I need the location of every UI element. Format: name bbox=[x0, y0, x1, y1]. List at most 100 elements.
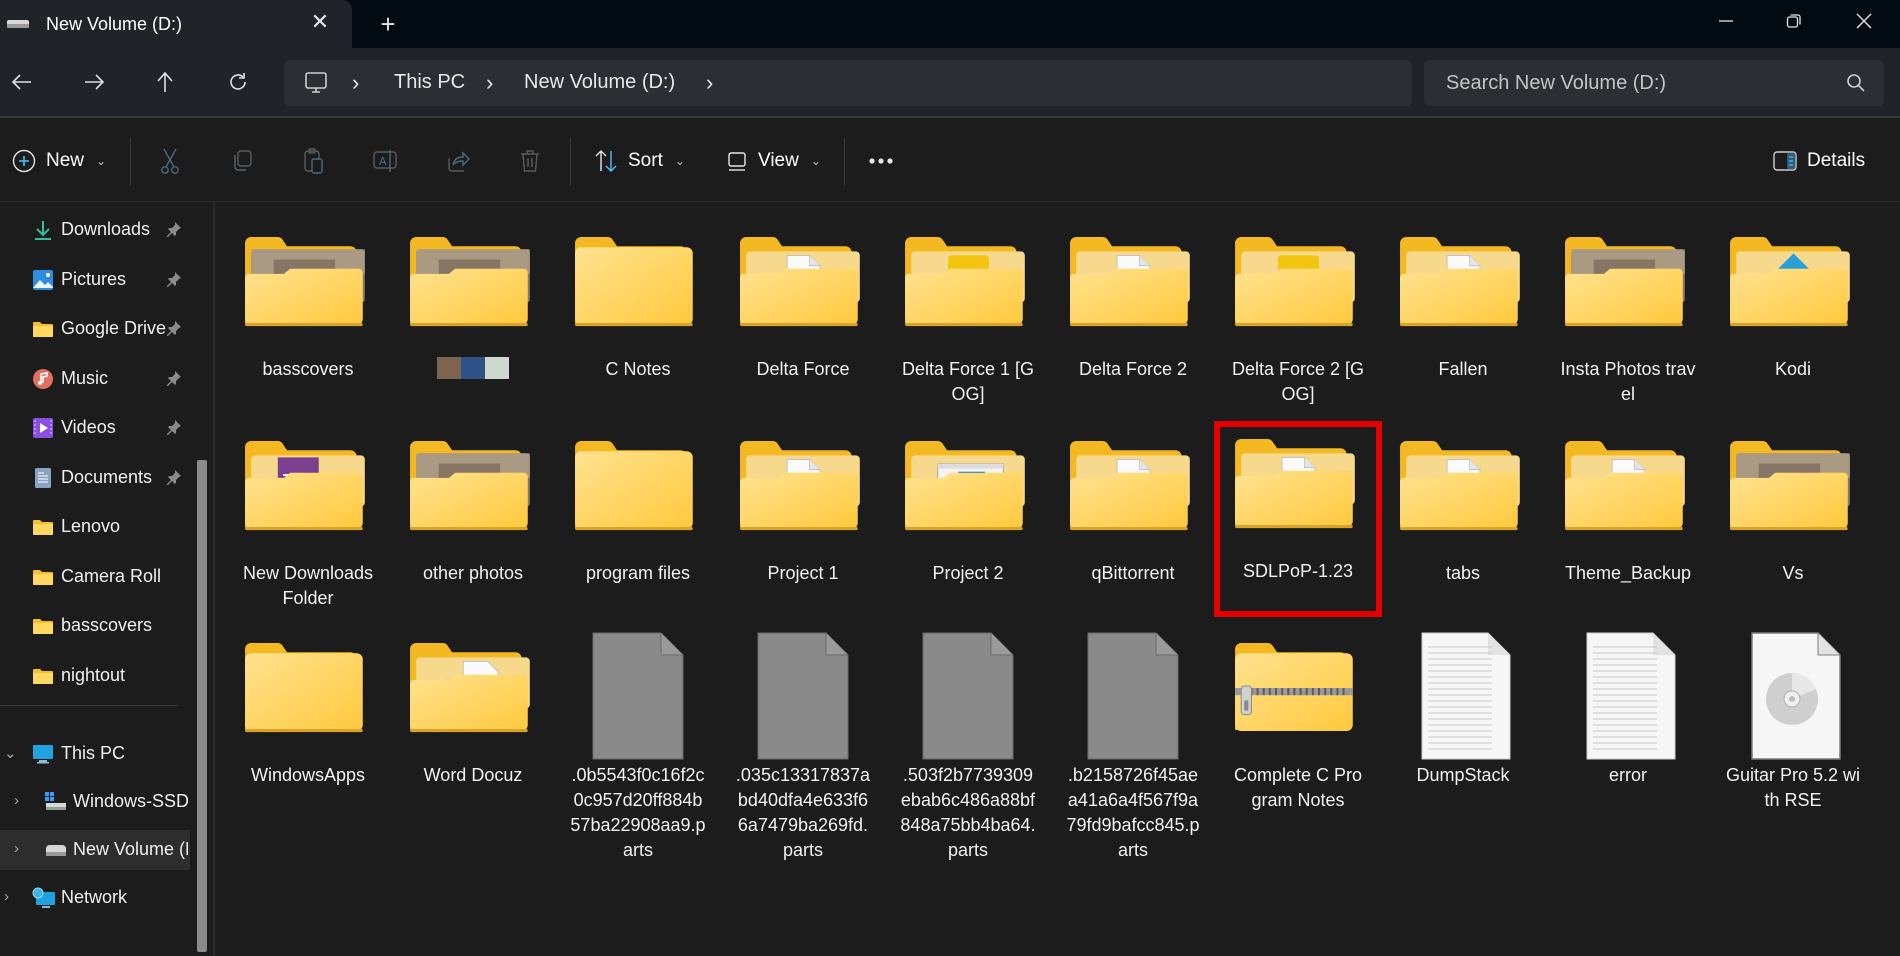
tree-item-new-volume-d[interactable]: › New Volume (D:) bbox=[0, 830, 190, 870]
share-icon bbox=[448, 151, 470, 172]
sidebar-scrollbar[interactable] bbox=[197, 460, 207, 952]
folder-theme-backup[interactable]: Theme_Backup bbox=[1553, 429, 1703, 586]
sidebar-item-videos[interactable]: Videos bbox=[0, 408, 190, 448]
sort-button[interactable]: Sort ⌄ bbox=[594, 142, 685, 180]
folder-basscovers[interactable]: basscovers bbox=[233, 225, 383, 382]
folder-project-1[interactable]: Project 1 bbox=[728, 429, 878, 586]
chevron-right-icon[interactable]: › bbox=[14, 792, 19, 809]
file-dumpstack[interactable]: DumpStack bbox=[1388, 631, 1538, 788]
folder-icon bbox=[1068, 225, 1198, 335]
new-tab-button[interactable]: + bbox=[376, 9, 400, 39]
minimize-button[interactable] bbox=[1706, 6, 1746, 36]
folder-word-docuz[interactable]: W Word Docuz bbox=[398, 631, 548, 788]
item-name: Delta Force bbox=[756, 359, 850, 379]
pin-icon[interactable] bbox=[166, 370, 182, 386]
search-input[interactable]: Search New Volume (D:) bbox=[1424, 60, 1884, 106]
file-035c13317837abd40dfa4e633f66a7479ba269fd[interactable]: .035c13317837abd40dfa4e633f66a7479ba269f… bbox=[728, 631, 878, 863]
chevron-down-icon: ⌄ bbox=[96, 154, 107, 168]
delete-button[interactable] bbox=[513, 144, 547, 178]
folder-c-notes[interactable]: C Notes bbox=[563, 225, 713, 382]
folder-fallen[interactable]: Fallen bbox=[1388, 225, 1538, 382]
generic-file-icon bbox=[1068, 631, 1198, 761]
toolbar-divider bbox=[570, 138, 571, 186]
folder-delta-force-2[interactable]: Delta Force 2 bbox=[1058, 225, 1208, 382]
title-bar: New Volume (D:) ✕ + bbox=[0, 0, 1900, 48]
file-guitar-pro-5-2-with-rse[interactable]: Guitar Pro 5.2 with RSE bbox=[1718, 631, 1868, 813]
address-bar[interactable]: › This PC › New Volume (D:) › bbox=[284, 60, 1412, 106]
computer-icon[interactable] bbox=[304, 71, 328, 95]
sidebar-item-label: Videos bbox=[61, 417, 116, 437]
pin-icon[interactable] bbox=[166, 469, 182, 485]
sidebar-item-documents[interactable]: Documents bbox=[0, 458, 190, 498]
pin-icon[interactable] bbox=[166, 320, 182, 336]
file-complete-c-program-notes[interactable]: Complete C Program Notes bbox=[1223, 631, 1373, 813]
folder-icon bbox=[1068, 429, 1198, 539]
folder-new-downloads-folder[interactable]: M New Downloads Folder bbox=[233, 429, 383, 611]
folder-sdlpop-1-23[interactable]: SDLPoP-1.23 bbox=[1214, 421, 1382, 617]
folder-project-2[interactable]: Project 2 bbox=[893, 429, 1043, 586]
tab-close-button[interactable]: ✕ bbox=[308, 9, 332, 34]
folder-delta-force-1-gog[interactable]: Delta Force 1 [GOG] bbox=[893, 225, 1043, 407]
sidebar-item-lenovo[interactable]: Lenovo bbox=[0, 507, 190, 547]
view-button[interactable]: View ⌄ bbox=[726, 142, 821, 180]
folder-other-photos[interactable]: other photos bbox=[398, 429, 548, 586]
folder-program-files[interactable]: program files bbox=[563, 429, 713, 586]
new-button[interactable]: New ⌄ bbox=[12, 142, 106, 180]
item-name: New Downloads Folder bbox=[242, 563, 374, 608]
folder-vs[interactable]: Vs bbox=[1718, 429, 1868, 586]
item-name: other photos bbox=[422, 563, 524, 583]
tree-item-this-pc[interactable]: ⌄ This PC bbox=[0, 734, 190, 774]
sidebar-item-camera-roll[interactable]: Camera Roll bbox=[0, 557, 190, 597]
pin-icon[interactable] bbox=[166, 271, 182, 287]
breadcrumb-separator[interactable]: › bbox=[706, 70, 713, 96]
restore-button[interactable] bbox=[1774, 6, 1814, 36]
folder-qbittorrent[interactable]: qBittorrent bbox=[1058, 429, 1208, 586]
cut-button[interactable] bbox=[153, 144, 187, 178]
close-window-button[interactable] bbox=[1844, 6, 1884, 36]
refresh-icon bbox=[230, 73, 246, 90]
search-icon[interactable] bbox=[1846, 73, 1866, 93]
breadcrumb-separator[interactable]: › bbox=[352, 70, 359, 96]
tab-new-volume[interactable]: New Volume (D:) ✕ bbox=[0, 0, 352, 48]
pin-icon[interactable] bbox=[166, 221, 182, 237]
chevron-right-icon[interactable]: › bbox=[4, 888, 9, 905]
file-503f2b7739309ebab6c486a88bf848a75bb4ba64[interactable]: .503f2b7739309ebab6c486a88bf848a75bb4ba6… bbox=[893, 631, 1043, 863]
breadcrumb-this-pc[interactable]: This PC bbox=[394, 71, 465, 94]
sidebar-item-label: Documents bbox=[61, 466, 153, 487]
refresh-button[interactable] bbox=[220, 64, 256, 100]
sidebar-item-music[interactable]: Music bbox=[0, 359, 190, 399]
folder-windowsapps[interactable]: WindowsApps bbox=[233, 631, 383, 788]
folder-tabs[interactable]: tabs bbox=[1388, 429, 1538, 586]
sidebar-item-basscovers[interactable]: basscovers bbox=[0, 606, 190, 646]
more-options-button[interactable] bbox=[864, 144, 898, 178]
rename-button[interactable]: A bbox=[369, 144, 403, 178]
sidebar-item-nightout[interactable]: nightout bbox=[0, 656, 190, 696]
pin-icon[interactable] bbox=[166, 419, 182, 435]
folder-unnamed-folder[interactable] bbox=[398, 225, 548, 379]
tree-item-windows-ssd[interactable]: › Windows-SSD bbox=[0, 782, 190, 822]
folder-insta-photos-travel[interactable]: Insta Photos travel bbox=[1553, 225, 1703, 407]
file-0b5543f0c16f2c0c957d20ff884b57ba22908aa9[interactable]: .0b5543f0c16f2c0c957d20ff884b57ba22908aa… bbox=[563, 631, 713, 863]
sidebar-item-downloads[interactable]: Downloads bbox=[0, 210, 190, 250]
details-pane-button[interactable]: Details bbox=[1773, 142, 1865, 180]
folder-delta-force[interactable]: Delta Force bbox=[728, 225, 878, 382]
chevron-right-icon[interactable]: › bbox=[14, 840, 19, 857]
file-b2158726f45aea41a6a4f567f9a79fd9bafcc845[interactable]: .b2158726f45aea41a6a4f567f9a79fd9bafcc84… bbox=[1058, 631, 1208, 863]
folder-delta-force-2-gog[interactable]: Delta Force 2 [GOG] bbox=[1223, 225, 1373, 407]
copy-button[interactable] bbox=[225, 144, 259, 178]
forward-button[interactable] bbox=[76, 64, 112, 100]
sidebar-item-google-drive[interactable]: Google Drive bbox=[0, 309, 190, 349]
chevron-down-icon[interactable]: ⌄ bbox=[4, 744, 17, 762]
tree-item-network[interactable]: › Network bbox=[0, 878, 190, 918]
breadcrumb-new-volume[interactable]: New Volume (D:) bbox=[524, 71, 675, 94]
arrow-up-icon bbox=[157, 71, 173, 92]
paste-button[interactable] bbox=[297, 144, 331, 178]
sidebar-item-label: Music bbox=[61, 367, 109, 388]
share-button[interactable] bbox=[441, 144, 475, 178]
up-button[interactable] bbox=[147, 64, 183, 100]
breadcrumb-separator[interactable]: › bbox=[486, 70, 493, 96]
file-error[interactable]: error bbox=[1553, 631, 1703, 788]
back-button[interactable] bbox=[4, 64, 40, 100]
folder-kodi[interactable]: Kodi bbox=[1718, 225, 1868, 382]
sidebar-item-pictures[interactable]: Pictures bbox=[0, 260, 190, 300]
